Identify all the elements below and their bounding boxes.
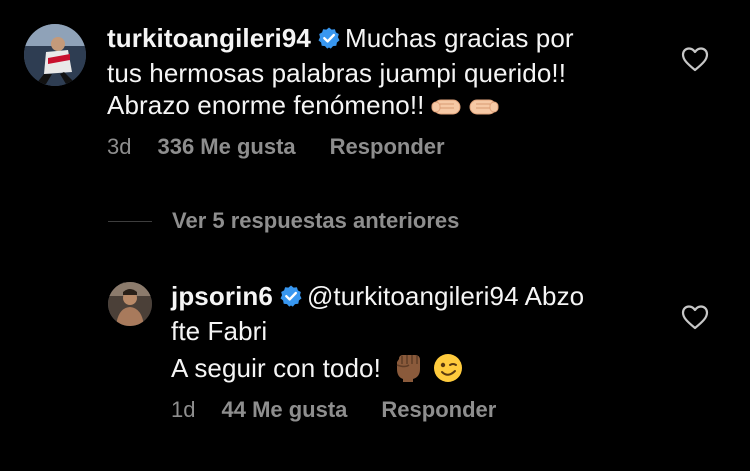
comment-text-line1: Muchas gracias por — [344, 23, 574, 53]
reply-body: jpsorin6 @turkitoangileri94 Abzo fte Fabr… — [171, 280, 671, 390]
avatar[interactable] — [108, 282, 152, 326]
reply-text-line3: A seguir con todo! — [171, 353, 381, 383]
view-replies-label: Ver 5 respuestas anteriores — [172, 208, 460, 233]
comment-likes[interactable]: 336 Me gusta — [157, 134, 295, 159]
comment-meta: 3d 336 Me gusta Responder — [107, 134, 445, 160]
like-heart-icon[interactable] — [681, 304, 709, 330]
comment-body: turkitoangileri94 Muchas gracias por tus … — [107, 22, 677, 127]
fist-bump-emoji — [430, 92, 502, 127]
view-previous-replies-button[interactable]: Ver 5 respuestas anteriores — [108, 206, 459, 236]
verified-badge-icon — [317, 25, 341, 57]
replies-divider — [108, 220, 152, 222]
reply-text-line1: Abzo — [524, 281, 585, 311]
reply-meta: 1d 44 Me gusta Responder — [171, 397, 496, 423]
avatar[interactable] — [24, 24, 86, 86]
reply-button[interactable]: Responder — [330, 134, 445, 159]
comment-time: 3d — [107, 134, 132, 159]
comment-username[interactable]: turkitoangileri94 — [107, 23, 311, 53]
reply-button[interactable]: Responder — [381, 397, 496, 422]
raised-fist-emoji — [393, 351, 423, 390]
comments-screen: turkitoangileri94 Muchas gracias por tus … — [0, 0, 750, 471]
reply-time: 1d — [171, 397, 196, 422]
comment-text-line3: Abrazo enorme fenómeno!! — [107, 90, 425, 120]
winking-face-emoji — [433, 353, 463, 390]
like-heart-icon[interactable] — [681, 46, 709, 72]
reply-username[interactable]: jpsorin6 — [171, 281, 273, 311]
verified-badge-icon — [279, 283, 303, 315]
reply-text-line2: fte Fabri — [171, 316, 268, 346]
reply-likes[interactable]: 44 Me gusta — [221, 397, 347, 422]
mention-link[interactable]: @turkitoangileri94 — [307, 281, 519, 311]
comment-text-line2: tus hermosas palabras juampi querido!! — [107, 58, 567, 88]
